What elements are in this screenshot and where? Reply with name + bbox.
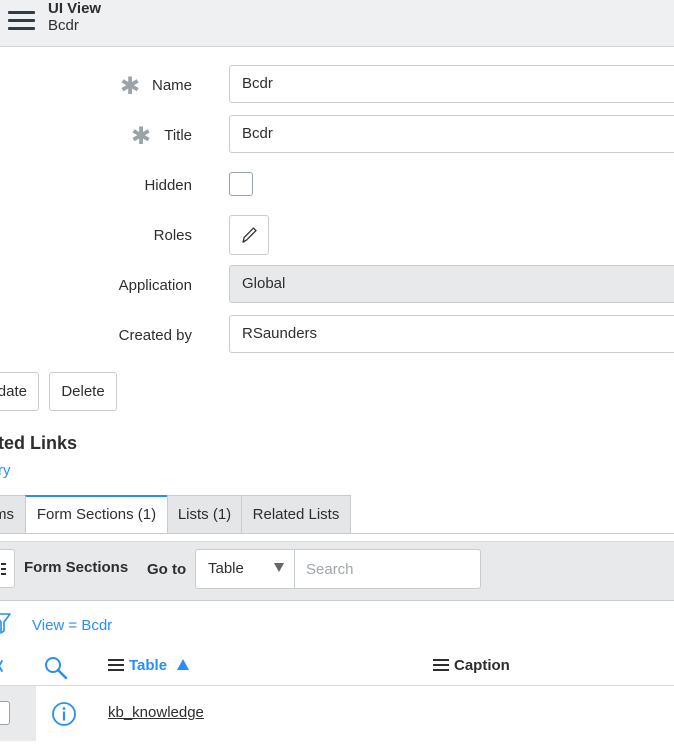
dropdown-arrow-icon [274, 563, 284, 572]
tab-form-sections[interactable]: Form Sections (1) [25, 495, 168, 534]
required-asterisk-icon: ✱ [131, 123, 152, 150]
application-field: Global [229, 265, 674, 303]
sort-ascending-icon [177, 659, 190, 670]
tab-form-elements[interactable]: ms [0, 495, 26, 533]
table-header-divider [0, 685, 674, 686]
table-name-link[interactable]: kb_knowledge [108, 704, 204, 721]
tab-divider [0, 533, 674, 534]
name-field[interactable]: Bcdr [229, 65, 674, 103]
column-header-caption[interactable]: Caption [433, 657, 510, 674]
required-asterisk-icon: ✱ [120, 73, 141, 100]
column-menu-icon[interactable] [433, 659, 449, 671]
related-links-heading: ted Links [0, 433, 78, 453]
tab-related-lists[interactable]: Related Lists [241, 495, 351, 533]
record-display-value: Bcdr [48, 17, 79, 34]
hamburger-menu-icon[interactable] [8, 11, 35, 31]
column-header-table-label: Table [129, 657, 168, 674]
list-menu-button[interactable] [0, 549, 15, 588]
row-checkbox[interactable] [0, 701, 10, 725]
application-label: Application [118, 277, 192, 294]
delete-button[interactable]: Delete [49, 372, 117, 411]
record-type-title: UI View [48, 0, 102, 17]
name-label: Name [151, 77, 192, 94]
created-by-label: Created by [118, 327, 192, 344]
edit-roles-button[interactable] [229, 215, 269, 255]
related-link[interactable]: ry [0, 462, 11, 479]
update-button[interactable]: date [0, 372, 39, 411]
list-menu-icon [1, 563, 6, 576]
pencil-icon [242, 227, 257, 243]
tab-lists[interactable]: Lists (1) [167, 495, 242, 533]
column-header-table[interactable]: Table [108, 657, 190, 674]
personalize-list-gear-icon[interactable] [0, 656, 6, 676]
filter-breadcrumb[interactable]: View = Bcdr [32, 617, 112, 634]
title-label: Title [164, 127, 192, 144]
roles-label: Roles [153, 227, 192, 244]
column-header-caption-label: Caption [454, 657, 510, 674]
goto-label: Go to [147, 561, 187, 578]
title-field[interactable]: Bcdr [229, 115, 674, 153]
info-icon[interactable] [51, 701, 77, 727]
app-header: UI View Bcdr [0, 0, 674, 47]
list-search-input[interactable] [294, 549, 481, 589]
hidden-checkbox[interactable] [229, 172, 253, 196]
created-by-field[interactable]: RSaunders [229, 315, 674, 353]
column-menu-icon[interactable] [108, 659, 124, 671]
list-title: Form Sections [24, 559, 129, 576]
search-icon[interactable] [43, 655, 69, 681]
filter-icon[interactable] [0, 612, 12, 636]
hidden-label: Hidden [144, 177, 192, 194]
